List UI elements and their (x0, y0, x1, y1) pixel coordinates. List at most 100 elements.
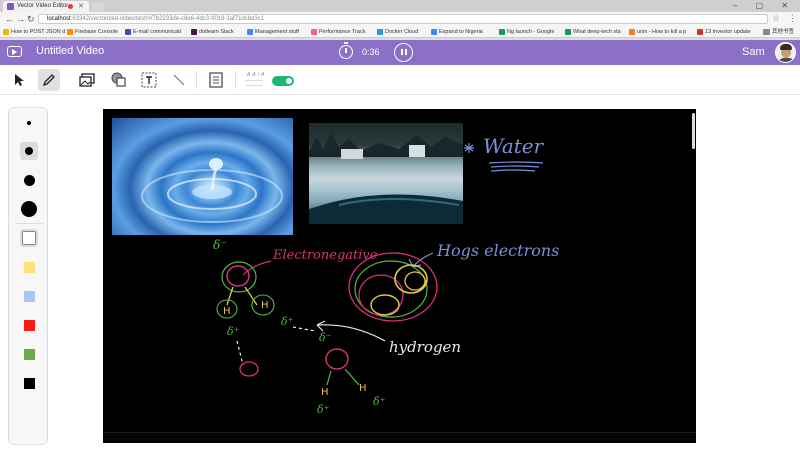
recording-icon (68, 4, 73, 9)
bookmark-label: dotlearn Slack (199, 29, 234, 35)
video-title[interactable]: Untitled Video (36, 45, 104, 57)
color-swatch[interactable] (20, 316, 38, 334)
drawing-toolbar: A A i A (0, 65, 800, 95)
bookmarks-bar: How to POST JSON d Firebase Console E-mail… (0, 26, 800, 38)
water-molecule-right: H H δ⁺ δ⁺ δ⁻ (292, 326, 386, 416)
video-logo-icon[interactable] (7, 46, 22, 57)
url-path: :63342/vectorized-video/test/#/7b2233de-… (70, 16, 265, 22)
address-bar: ← → ↻ localhost:63342/vectorized-video/t… (0, 12, 800, 26)
svg-text:δ⁻: δ⁻ (319, 331, 332, 344)
avatar[interactable] (775, 42, 796, 63)
bookmark-item[interactable]: Ng launch - Google (499, 27, 563, 37)
text-tool-button[interactable] (138, 69, 160, 91)
bookmark-item[interactable]: Docker Cloud (377, 27, 429, 37)
image-icon (79, 73, 95, 87)
browser-tab[interactable]: Vector Video Editor ✕ (3, 1, 89, 12)
align-tool-button[interactable] (205, 69, 227, 91)
bookmark-label: 13 Investor update (705, 29, 751, 35)
color-swatch[interactable] (20, 345, 38, 363)
bookmark-favicon-icon (3, 29, 9, 35)
bookmark-favicon-icon (311, 29, 317, 35)
bookmark-favicon-icon (431, 29, 437, 35)
browser-menu-icon[interactable]: ⋮ (788, 13, 797, 24)
visibility-toggle[interactable] (272, 76, 294, 86)
bookmark-favicon-icon (67, 29, 73, 35)
cursor-icon (15, 74, 24, 86)
url-host: localhost (47, 16, 71, 22)
swatch-fill (23, 290, 35, 302)
line-tool-button[interactable] (168, 69, 190, 91)
reload-icon[interactable]: ↻ (27, 13, 35, 25)
svg-text:δ⁺: δ⁺ (227, 325, 240, 338)
url-input[interactable]: localhost:63342/vectorized-video/test/#/… (38, 14, 768, 24)
line-icon (173, 74, 185, 86)
shape-tool-button[interactable] (108, 69, 130, 91)
canvas-scrollbar[interactable] (692, 113, 695, 149)
timer-icon (339, 42, 353, 59)
tab-strip: Vector Video Editor ✕ – ▢ ✕ (0, 0, 800, 12)
user-name: Sam (742, 46, 765, 58)
bookmark-item[interactable]: How to POST JSON d (3, 27, 65, 37)
bookmark-label: E-mail communicati (133, 29, 181, 35)
bookmark-item[interactable]: Management stuff (247, 27, 309, 37)
text-icon (141, 72, 157, 88)
bookmark-item[interactable]: What deep-tech sta (565, 27, 627, 37)
forward-icon[interactable]: → (16, 13, 25, 25)
bookmark-favicon-icon (191, 29, 197, 35)
bookmark-label: Ng launch - Google (507, 29, 555, 35)
water-label: Water (483, 134, 545, 158)
bookmark-star-icon[interactable]: ☆ (772, 13, 780, 24)
back-icon[interactable]: ← (5, 13, 14, 25)
brush-size-large[interactable] (20, 171, 38, 189)
palette-divider (15, 223, 43, 224)
bookmark-favicon-icon (629, 29, 635, 35)
color-swatch[interactable] (20, 374, 38, 392)
color-swatch[interactable] (20, 258, 38, 276)
bookmark-item[interactable]: Firebase Console (67, 27, 123, 37)
tab-close-icon[interactable]: ✕ (78, 1, 84, 12)
swatch-fill (23, 348, 35, 360)
bookmark-item[interactable]: 13 Investor update (697, 27, 759, 37)
svg-text:H: H (223, 306, 231, 317)
bookmark-item[interactable]: unix - How to kill a p (629, 27, 695, 37)
pen-tool-button[interactable] (38, 69, 60, 91)
elapsed-time: 0:36 (362, 47, 380, 57)
app-favicon-icon (7, 3, 14, 10)
text-style-sample[interactable]: A A i A (247, 72, 265, 78)
bookmark-item[interactable]: dotlearn Slack (191, 27, 245, 37)
swatch-fill (23, 377, 35, 389)
brush-size-medium[interactable] (20, 142, 38, 160)
pause-button[interactable] (394, 43, 413, 62)
bookmark-label: Management stuff (255, 29, 299, 35)
color-swatch[interactable] (20, 287, 38, 305)
text-style-lines (245, 80, 263, 86)
svg-text:δ⁺: δ⁺ (281, 315, 294, 328)
brush-size-small[interactable] (20, 114, 38, 132)
drawing-canvas[interactable]: Water Electronegative Hogs electrons hyd… (103, 109, 696, 443)
timeline-strip[interactable] (103, 432, 696, 443)
shapes-icon (111, 72, 126, 87)
window-controls[interactable]: – ▢ ✕ (733, 1, 796, 10)
bookmark-label: Docker Cloud (385, 29, 419, 35)
pen-icon (42, 74, 55, 87)
new-tab-button[interactable] (92, 2, 104, 11)
other-bookmarks-label: 其他书签 (771, 29, 794, 35)
svg-text:H: H (359, 383, 367, 394)
bookmark-item[interactable]: E-mail communicati (125, 27, 189, 37)
bookmark-favicon-icon (125, 29, 131, 35)
brush-size-xlarge[interactable] (20, 200, 38, 218)
bookmark-favicon-icon (697, 29, 703, 35)
water-annotation: Water (464, 134, 545, 172)
other-bookmarks[interactable]: 其他书签 (762, 27, 794, 37)
ink-layer[interactable]: Water Electronegative Hogs electrons hyd… (103, 109, 696, 443)
bookmark-favicon-icon (247, 29, 253, 35)
bookmark-item[interactable]: Performance Track (311, 27, 375, 37)
select-tool-button[interactable] (8, 69, 30, 91)
swatch-fill (23, 261, 35, 273)
eraser-color[interactable] (20, 229, 38, 247)
bookmark-label: How to POST JSON d (11, 29, 65, 35)
bookmark-favicon-icon (565, 29, 571, 35)
image-tool-button[interactable] (76, 69, 98, 91)
bookmark-item[interactable]: Expand to Nigeria (431, 27, 497, 37)
svg-text:δ⁻: δ⁻ (213, 238, 227, 252)
